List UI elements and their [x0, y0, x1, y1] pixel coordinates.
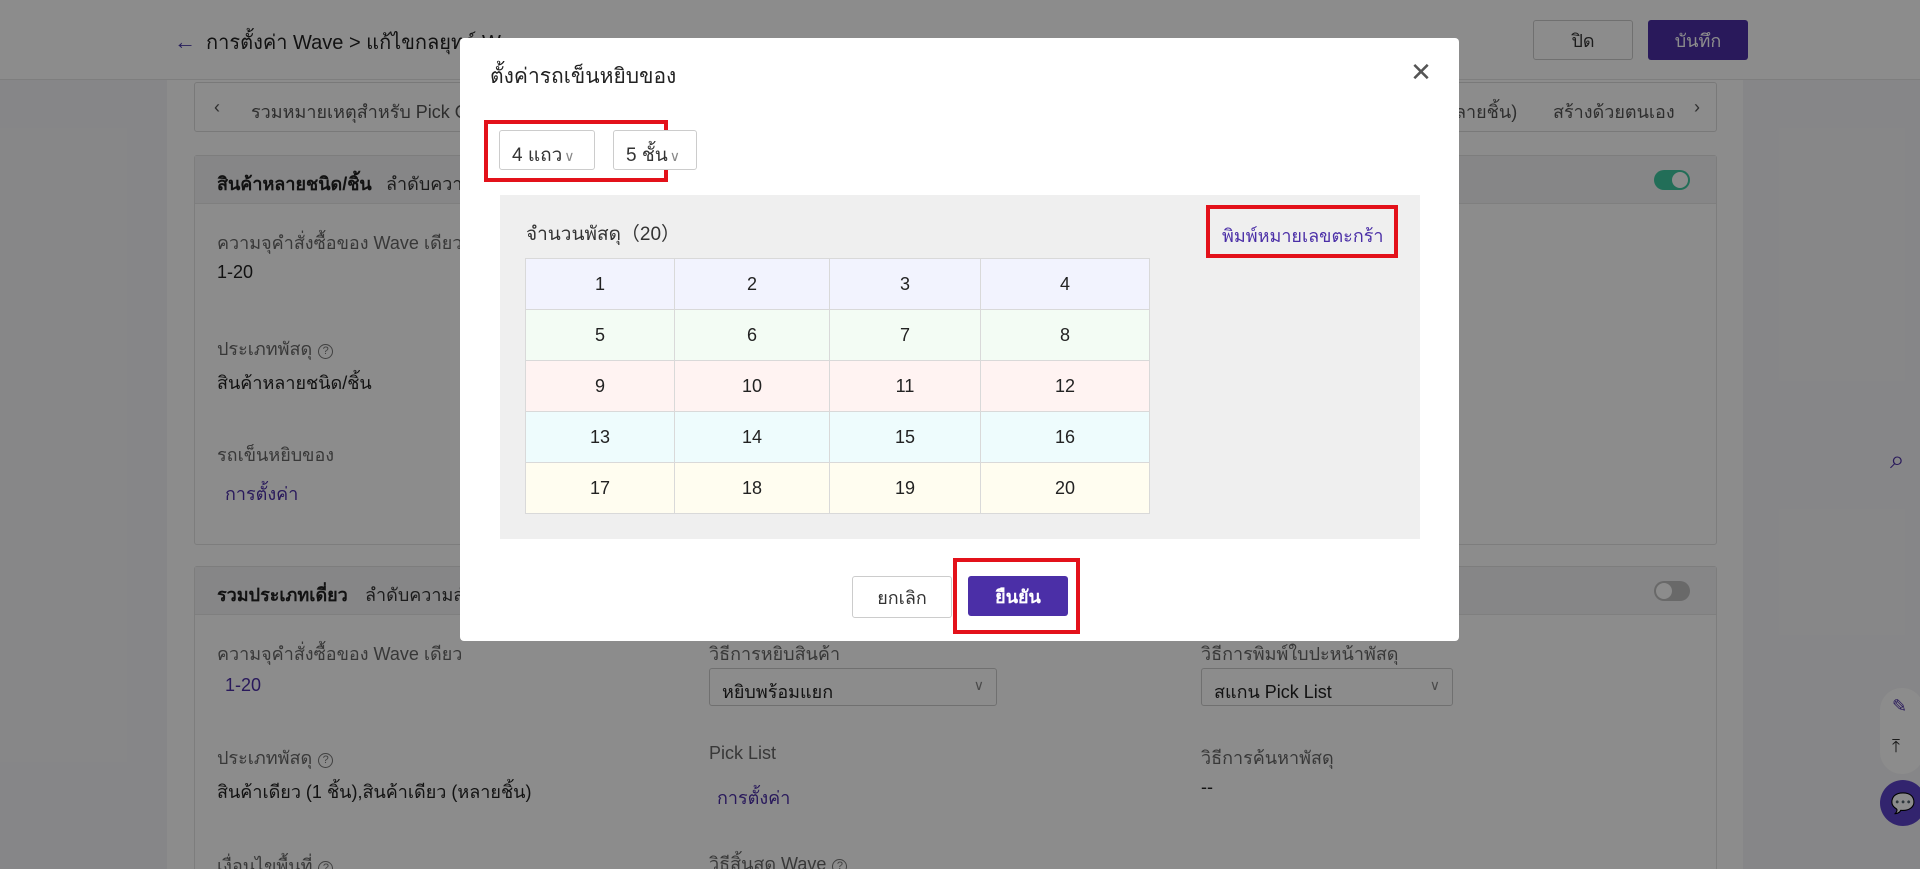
basket-cell: 18 — [674, 462, 830, 514]
basket-cell: 5 — [525, 309, 675, 361]
confirm-button[interactable]: ยืนยัน — [968, 576, 1068, 616]
modal-title: ตั้งค่ารถเข็นหยิบของ — [490, 65, 677, 88]
close-icon[interactable]: ✕ — [1407, 58, 1435, 86]
basket-cell: 4 — [980, 258, 1150, 310]
basket-cell: 2 — [674, 258, 830, 310]
basket-cell: 10 — [674, 360, 830, 412]
basket-cell: 20 — [980, 462, 1150, 514]
chevron-down-icon: ∨ — [564, 148, 575, 164]
basket-cell: 19 — [829, 462, 981, 514]
basket-cell: 8 — [980, 309, 1150, 361]
parcel-count-label: จำนวนพัสดุ（20） — [526, 224, 681, 245]
grid-row: 13 14 15 16 — [525, 411, 1150, 463]
grid-row: 1234 — [525, 258, 1150, 310]
cancel-button[interactable]: ยกเลิก — [852, 576, 952, 618]
basket-cell: 3 — [829, 258, 981, 310]
chevron-down-icon: ∨ — [669, 148, 680, 164]
cart-settings-modal: ตั้งค่ารถเข็นหยิบของ ✕ 4 แถว ∨ 5 ชั้น ∨ จำ… — [460, 38, 1459, 641]
basket-cell: 12 — [980, 360, 1150, 412]
basket-cell: 11 — [829, 360, 981, 412]
cart-grid: 1 2 3 4 5 6 7 8 9 10 11 12 13 14 15 16 17 18 19 20 — [525, 258, 1150, 514]
basket-cell: 6 — [674, 309, 830, 361]
basket-cell: 7 — [829, 309, 981, 361]
basket-cell: 13 — [525, 411, 675, 463]
layers-select[interactable]: 5 ชั้น ∨ — [613, 130, 697, 170]
basket-cell: 9 — [525, 360, 675, 412]
grid-row: 9 10 11 12 — [525, 360, 1150, 412]
rows-select[interactable]: 4 แถว ∨ — [499, 130, 595, 170]
print-basket-link[interactable]: พิมพ์หมายเลขตะกร้า — [1222, 221, 1384, 250]
basket-cell: 1 — [525, 258, 675, 310]
basket-cell: 15 — [829, 411, 981, 463]
grid-row: 17 18 19 20 — [525, 462, 1150, 514]
basket-cell: 14 — [674, 411, 830, 463]
basket-cell: 17 — [525, 462, 675, 514]
basket-cell: 16 — [980, 411, 1150, 463]
grid-row: 5678 — [525, 309, 1150, 361]
